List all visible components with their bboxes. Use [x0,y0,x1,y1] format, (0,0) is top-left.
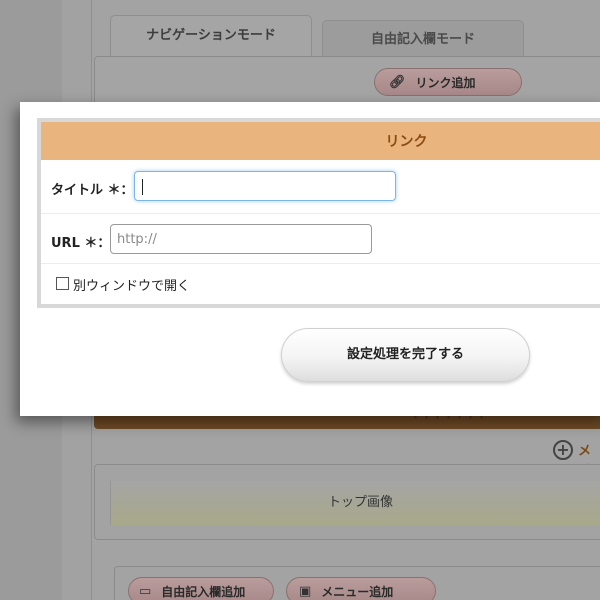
link-form: リンク タイトル ＊： URL ＊： 別ウィンドウで開く [37,118,600,308]
menu-add-button[interactable]: ▣ メニュー追加 [286,577,436,600]
box-icon: ▣ [299,583,312,599]
top-image-slot[interactable]: トップ画像 [110,481,600,525]
form-header: リンク [41,122,600,160]
title-input[interactable] [134,171,396,201]
free-entry-add-button[interactable]: ▭ 自由記入欄追加 [128,577,274,600]
title-row: タイトル ＊： [41,160,600,214]
menu-add-label: メニュー追加 [321,584,394,599]
window-icon: ▭ [139,583,152,599]
form-header-title: リンク [385,134,428,150]
url-label: URL ＊： [51,236,111,251]
link-add-label: リンク追加 [415,75,476,90]
title-label: タイトル ＊： [51,183,134,198]
link-add-button[interactable]: 🔗︎ リンク追加 [374,68,522,96]
url-row: URL ＊： [41,214,600,264]
url-input[interactable] [110,224,372,254]
chain-link-icon: 🔗︎ [389,74,406,90]
new-window-row: 別ウィンドウで開く [41,264,600,304]
complete-settings-button[interactable]: 設定処理を完了する [281,328,530,382]
new-window-label[interactable]: 別ウィンドウで開く [73,275,190,294]
link-dialog: リンク タイトル ＊： URL ＊： 別ウィンドウで開く 設定処理を完了する [20,102,600,416]
new-window-checkbox[interactable] [56,277,69,290]
add-circle-icon[interactable]: + [553,440,573,460]
free-entry-add-label: 自由記入欄追加 [161,584,246,599]
tab-free-entry-mode[interactable]: 自由記入欄モード [322,20,524,57]
text-caret [142,179,143,195]
tab-navigation-mode[interactable]: ナビゲーションモード [110,15,312,57]
